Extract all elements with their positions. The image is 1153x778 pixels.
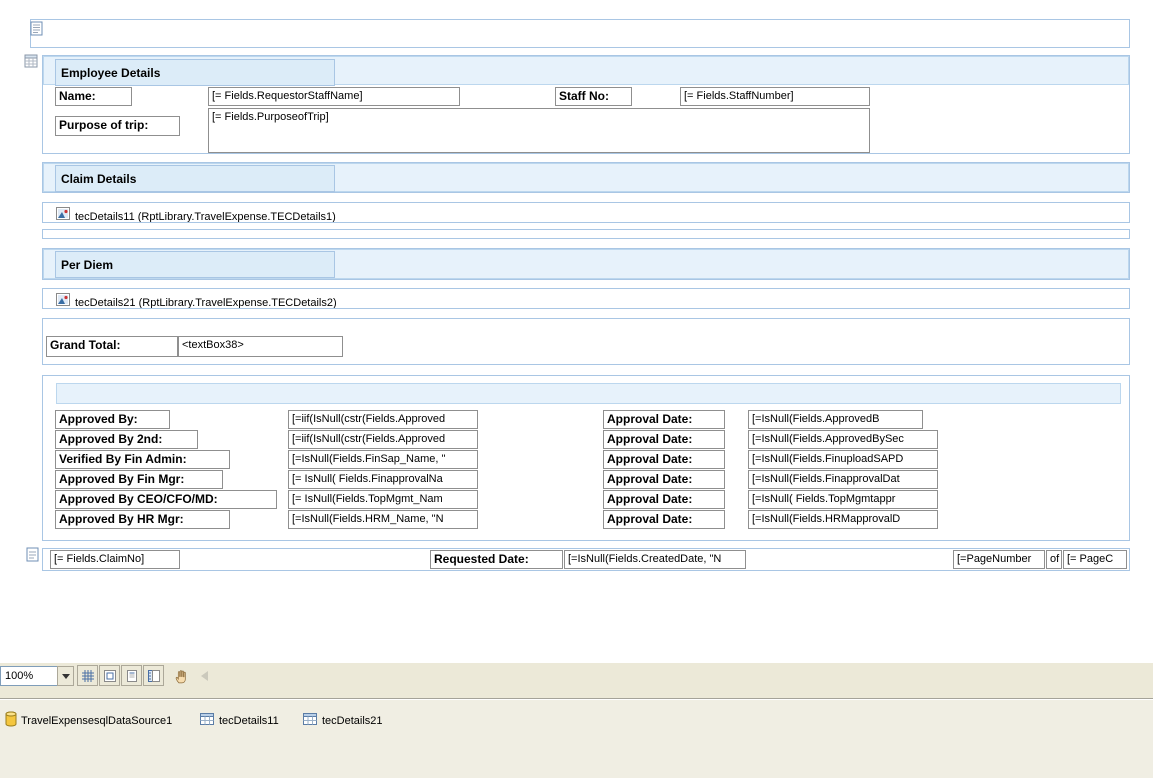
approved-by-fin-mgr-label[interactable]: Approved By Fin Mgr: (55, 470, 223, 489)
subreport-icon (56, 207, 70, 222)
zoom-combobox[interactable]: 100% (0, 666, 58, 686)
requested-date-label-textbox[interactable]: Requested Date: (430, 550, 563, 569)
claim-section-title[interactable]: Claim Details (55, 165, 335, 192)
approval-date-value[interactable]: [=IsNull( Fields.TopMgmtappr (748, 490, 938, 509)
page-view-button[interactable] (121, 665, 142, 686)
table-icon (303, 712, 318, 731)
page-header-band-icon[interactable] (30, 21, 44, 42)
approved-by-ceo-label[interactable]: Approved By CEO/CFO/MD: (55, 490, 277, 509)
tray-item-label: tecDetails21 (322, 715, 383, 727)
pan-tool-button[interactable] (169, 663, 193, 689)
purpose-of-trip-label-textbox[interactable]: Purpose of trip: (55, 116, 180, 136)
approvals-header-strip[interactable] (56, 383, 1121, 404)
approved-by-label[interactable]: Approved By: (55, 410, 170, 429)
created-date-textbox[interactable]: [=IsNull(Fields.CreatedDate, "N (564, 550, 746, 569)
approval-date-value[interactable]: [=IsNull(Fields.HRMapprovalD (748, 510, 938, 529)
tray-item-tecdetails11[interactable]: tecDetails11 (200, 711, 295, 733)
page-footer-band-icon[interactable] (26, 547, 40, 568)
approved-by-2nd-label[interactable]: Approved By 2nd: (55, 430, 198, 449)
snap-grid-button[interactable] (77, 665, 98, 686)
approval-date-value[interactable]: [=IsNull(Fields.ApprovedBySec (748, 430, 938, 449)
staff-no-label-textbox[interactable]: Staff No: (555, 87, 632, 106)
claim-no-textbox[interactable]: [= Fields.ClaimNo] (50, 550, 180, 569)
tray-item-tecdetails21[interactable]: tecDetails21 (303, 711, 398, 733)
page-corners-icon (103, 669, 116, 682)
approval-date-label[interactable]: Approval Date: (603, 410, 725, 429)
approved-by-fin-mgr-value[interactable]: [= IsNull( Fields.FinapprovalNa (288, 470, 478, 489)
approved-by-hr-mgr-value[interactable]: [=IsNull(Fields.HRM_Name, "N (288, 510, 478, 529)
approval-date-value[interactable]: [=IsNull(Fields.FinuploadSAPD (748, 450, 938, 469)
report-header-band-icon[interactable] (24, 54, 39, 74)
approval-date-label[interactable]: Approval Date: (603, 510, 725, 529)
designer-status-toolbar: 100% (0, 663, 1153, 699)
approved-by-ceo-value[interactable]: [= IsNull(Fields.TopMgmt_Nam (288, 490, 478, 509)
database-icon (4, 711, 18, 733)
page-number-textbox[interactable]: [=PageNumber (953, 550, 1045, 569)
hand-icon (175, 669, 186, 683)
history-back-button[interactable] (196, 667, 212, 685)
page-count-textbox[interactable]: [= PageC (1063, 550, 1127, 569)
approved-by-value[interactable]: [=iif(IsNull(cstr(Fields.Approved (288, 410, 478, 429)
verified-by-fin-admin-value[interactable]: [=IsNull(Fields.FinSap_Name, " (288, 450, 478, 469)
tray-item-label: TravelExpensesqlDataSource1 (21, 715, 173, 727)
tray-item-label: tecDetails11 (219, 715, 279, 727)
grid-icon (81, 669, 94, 682)
approval-date-label[interactable]: Approval Date: (603, 450, 725, 469)
spacer-band[interactable] (42, 229, 1130, 239)
employee-section-title[interactable]: Employee Details (55, 59, 335, 86)
back-arrow-icon (201, 671, 208, 681)
of-label-textbox[interactable]: of (1046, 550, 1062, 569)
claim-subreport-item[interactable]: tecDetails11 (RptLibrary.TravelExpense.T… (42, 202, 1130, 223)
page-icon (126, 669, 137, 682)
approval-date-value[interactable]: [=IsNull(Fields.FinapprovalDat (748, 470, 938, 489)
approval-date-label[interactable]: Approval Date: (603, 490, 725, 509)
ruler-icon (147, 669, 160, 682)
approved-by-hr-mgr-label[interactable]: Approved By HR Mgr: (55, 510, 230, 529)
approval-date-label[interactable]: Approval Date: (603, 470, 725, 489)
per-diem-subreport-label: tecDetails21 (RptLibrary.TravelExpense.T… (75, 297, 337, 309)
per-diem-subreport-item[interactable]: tecDetails21 (RptLibrary.TravelExpense.T… (42, 288, 1130, 309)
approval-date-value[interactable]: [=IsNull(Fields.ApprovedB (748, 410, 923, 429)
report-designer-surface: Employee Details Name: [= Fields.Request… (0, 0, 1153, 778)
grand-total-value-textbox[interactable]: <textBox38> (178, 336, 343, 357)
tray-item-datasource[interactable]: TravelExpensesqlDataSource1 (4, 711, 194, 733)
ruler-toggle-button[interactable] (143, 665, 164, 686)
approval-date-label[interactable]: Approval Date: (603, 430, 725, 449)
table-icon (200, 712, 215, 731)
page-header-band[interactable] (30, 19, 1130, 48)
requestor-staff-name-textbox[interactable]: [= Fields.RequestorStaffName] (208, 87, 460, 106)
approved-by-2nd-value[interactable]: [=iif(IsNull(cstr(Fields.Approved (288, 430, 478, 449)
per-diem-section-title[interactable]: Per Diem (55, 251, 335, 278)
grand-total-label-textbox[interactable]: Grand Total: (46, 336, 178, 357)
verified-by-fin-admin-label[interactable]: Verified By Fin Admin: (55, 450, 230, 469)
claim-subreport-label: tecDetails11 (RptLibrary.TravelExpense.T… (75, 211, 336, 223)
subreport-icon (56, 293, 70, 308)
staff-number-textbox[interactable]: [= Fields.StaffNumber] (680, 87, 870, 106)
name-label-textbox[interactable]: Name: (55, 87, 132, 106)
component-tray: TravelExpensesqlDataSource1 tecDetails11 (0, 700, 1153, 778)
purpose-of-trip-value-textbox[interactable]: [= Fields.PurposeofTrip] (208, 108, 870, 153)
page-margins-button[interactable] (99, 665, 120, 686)
zoom-dropdown-button[interactable] (57, 666, 74, 686)
chevron-down-icon (61, 673, 70, 679)
